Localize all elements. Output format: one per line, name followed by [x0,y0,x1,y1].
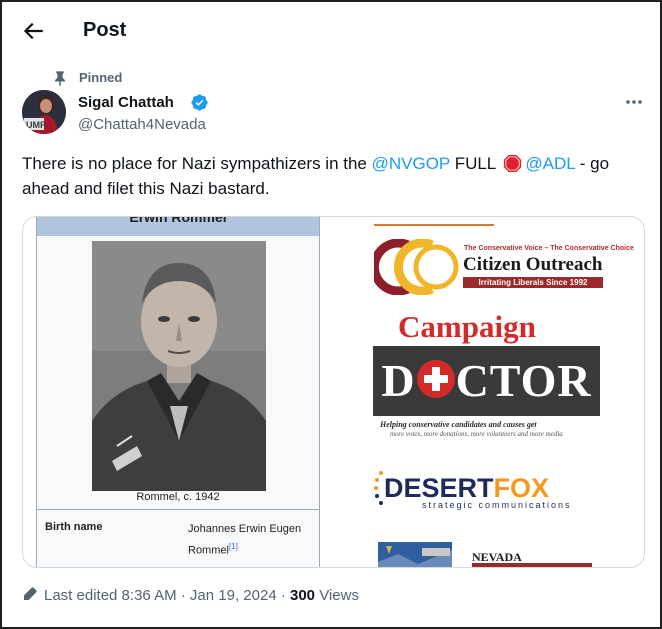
author-name[interactable]: Sigal Chattah [78,94,174,111]
fox-word: FOX [493,473,550,503]
photo-caption: Rommel, c. 1942 [136,491,220,503]
views-label: Views [315,587,359,604]
stop-sign-icon [504,154,522,173]
medical-cross-icon [416,360,455,398]
avatar-image: UMP [22,90,66,134]
citizen-outreach-logo-icon [374,239,459,295]
views-count: 300 [290,587,316,604]
nevada-flag-graphic [378,542,452,567]
post-header: Post [0,0,658,62]
infobox-divider [37,509,319,510]
avatar-sign-text: UMP [26,120,46,130]
birth-name-value: Johannes Erwin Eugen Rommel[1] [188,521,316,560]
desert-word: DESERT [384,473,494,503]
pencil-icon [24,587,37,600]
sponsor-logos: The Conservative Voice – The Conservativ… [320,217,644,567]
campaign-doctor-tagline: Helping conservative candidates and caus… [380,420,537,429]
portrait-photo [92,241,266,491]
arrow-left-icon[interactable] [20,18,46,44]
tweet-text: There is no place for Nazi sympathizers … [22,151,647,201]
page-title: Post [83,19,127,41]
nevada-flag-image [378,542,452,567]
author-handle[interactable]: @Chattah4Nevada [78,116,206,133]
citizen-outreach-name: Citizen Outreach [463,254,603,275]
pin-icon [55,71,65,86]
portrait-image [92,241,266,491]
pinned-label: Pinned [79,70,123,85]
more-horizontal-icon[interactable] [621,92,647,112]
tweet-text-part: FULL [449,154,501,173]
doctor-letter-d: D [381,355,416,406]
infobox-header: Erwin Rommel [37,217,319,236]
post-footer: Last edited 8:36 AM · Jan 19, 2024 · 300… [22,586,359,604]
nevada-subtitle-bar [472,563,592,567]
tweet-media[interactable]: Erwin Rommel Rommel, c. 1942 Birth name … [22,216,645,568]
wikipedia-infobox: Erwin Rommel Rommel, c. 1942 Birth name … [36,217,320,567]
campaign-doctor-subtagline: more votes, more donations, more volunte… [390,430,563,438]
verified-badge-icon [191,94,208,111]
orange-divider [374,224,494,226]
last-edited-text[interactable]: Last edited 8:36 AM · Jan 19, 2024 · [44,587,290,604]
mention-nvgop[interactable]: @NVGOP [372,154,450,173]
doctor-letters-rest: CTOR [455,355,592,406]
desert-fox-tagline: strategic communications [422,500,572,510]
mention-adl[interactable]: @ADL [525,154,575,173]
reference-link: [1] [228,542,238,551]
birth-name-label: Birth name [45,521,103,533]
tweet-text-part: There is no place for Nazi sympathizers … [22,154,372,173]
campaign-doctor-logo: D CTOR [373,346,600,416]
avatar[interactable]: UMP [22,90,66,134]
campaign-doctor-title: Campaign [398,309,536,344]
birth-name-text: Johannes Erwin Eugen Rommel [188,523,302,557]
citizen-outreach-bar: Irritating Liberals Since 1992 [463,277,603,288]
doctor-word: D CTOR [373,354,600,407]
citizen-outreach-tagline: The Conservative Voice – The Conservativ… [464,245,634,252]
